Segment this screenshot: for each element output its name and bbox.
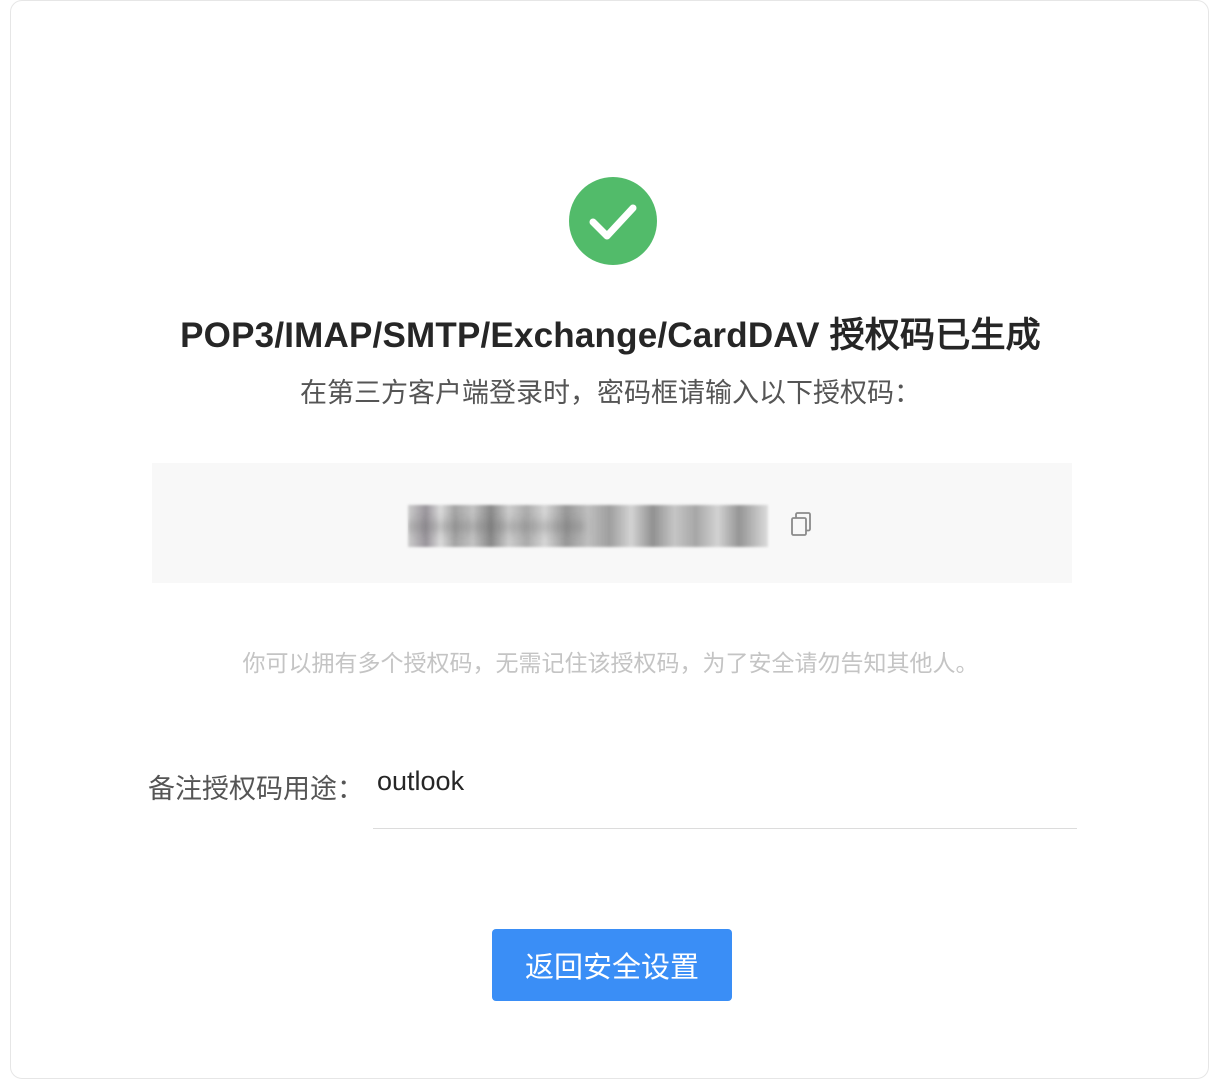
remark-input[interactable] (373, 761, 1077, 829)
copy-icon[interactable] (788, 510, 814, 538)
security-hint: 你可以拥有多个授权码，无需记住该授权码，为了安全请勿告知其他人。 (242, 650, 979, 676)
checkmark-icon (589, 204, 637, 240)
result-card: POP3/IMAP/SMTP/Exchange/CardDAV 授权码已生成 在… (10, 0, 1209, 1079)
page-title: POP3/IMAP/SMTP/Exchange/CardDAV 授权码已生成 (180, 316, 1041, 355)
check-circle-icon (569, 177, 657, 265)
remark-label: 备注授权码用途： (148, 774, 364, 804)
auth-code-box: •••••••••••••••• (152, 463, 1072, 583)
back-to-security-settings-button[interactable]: 返回安全设置 (492, 929, 732, 1001)
auth-code-value[interactable]: •••••••••••••••• (408, 511, 768, 542)
instruction-text: 在第三方客户端登录时，密码框请输入以下授权码： (300, 378, 921, 408)
